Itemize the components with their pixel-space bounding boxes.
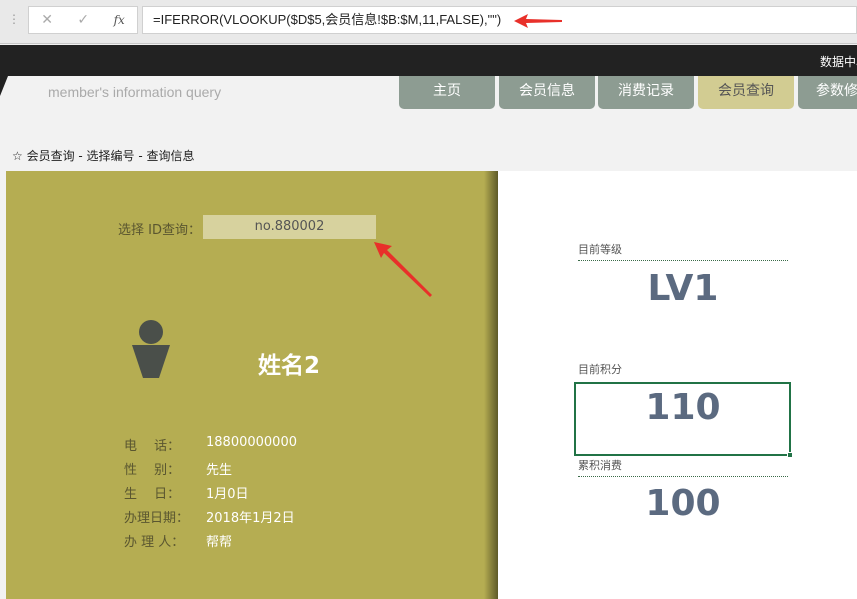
- total-spent-value[interactable]: 100: [578, 483, 788, 524]
- field-label: 性 别：: [124, 459, 206, 478]
- insert-function-icon[interactable]: fx: [114, 13, 125, 27]
- enter-icon[interactable]: ✓: [77, 12, 89, 28]
- page-subtitle: member's information query: [48, 84, 221, 100]
- level-value[interactable]: LV1: [578, 268, 788, 309]
- card-shadow: [484, 171, 498, 599]
- total-spent-label: 累积消费: [578, 457, 788, 477]
- cancel-icon[interactable]: ✕: [41, 12, 53, 28]
- tab-member-query[interactable]: 会员查询: [698, 76, 794, 109]
- data-center-label: 数据中心: [820, 53, 857, 70]
- decor-slash: [0, 76, 8, 96]
- arrow-annotation-icon: [514, 13, 564, 29]
- field-value: 帮帮: [206, 531, 232, 550]
- field-phone: 电 话：18800000000: [124, 435, 297, 454]
- id-label: 选择 ID查询：: [118, 219, 201, 238]
- tab-member-info[interactable]: 会员信息: [499, 76, 595, 109]
- field-label: 办 理 人：: [124, 531, 206, 550]
- field-label: 生 日：: [124, 483, 206, 502]
- breadcrumb: ☆ 会员查询 - 选择编号 - 查询信息: [12, 147, 195, 164]
- formula-buttons: ✕ ✓ fx: [28, 6, 138, 34]
- person-icon: [130, 320, 172, 380]
- level-label: 目前等级: [578, 241, 788, 261]
- field-value: 2018年1月2日: [206, 507, 295, 526]
- arrow-annotation-icon: [372, 240, 434, 298]
- field-handler: 办 理 人：帮帮: [124, 531, 232, 550]
- points-value[interactable]: 110: [578, 387, 788, 428]
- formula-bar: ⋮ ✕ ✓ fx =IFERROR(VLOOKUP($D$5,会员信息!$B:$…: [0, 0, 857, 44]
- field-date: 办理日期：2018年1月2日: [124, 507, 295, 526]
- field-label: 办理日期：: [124, 507, 206, 526]
- formula-input[interactable]: =IFERROR(VLOOKUP($D$5,会员信息!$B:$M,11,FALS…: [142, 6, 857, 34]
- field-label: 电 话：: [124, 435, 206, 454]
- field-value: 先生: [206, 459, 232, 478]
- field-gender: 性 别：先生: [124, 459, 232, 478]
- field-value: 18800000000: [206, 435, 297, 454]
- field-value: 1月0日: [206, 483, 249, 502]
- member-name: 姓名2: [258, 346, 320, 380]
- field-birthday: 生 日：1月0日: [124, 483, 249, 502]
- tab-params[interactable]: 参数修: [798, 76, 857, 109]
- id-select[interactable]: no.880002: [203, 215, 376, 239]
- top-band: 数据中心: [0, 45, 857, 76]
- tab-consumption[interactable]: 消费记录: [598, 76, 694, 109]
- tab-home[interactable]: 主页: [399, 76, 495, 109]
- points-label: 目前积分: [578, 361, 788, 380]
- grip-icon[interactable]: ⋮: [8, 12, 20, 26]
